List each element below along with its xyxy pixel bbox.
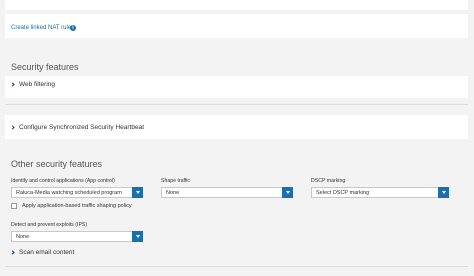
ips-value: None (16, 233, 30, 240)
app-control-select[interactable]: Raluca-Media watching scheduled program (11, 187, 143, 198)
ips-label: Detect and prevent exploits (IPS) (11, 222, 88, 228)
other-security-features-title: Other security features (11, 159, 103, 169)
top-panel (5, 0, 468, 10)
chevron-right-icon (10, 250, 15, 255)
dscp-marking-select[interactable]: Select DSCP marking (311, 187, 449, 198)
dscp-marking-value: Select DSCP marking (316, 189, 370, 196)
info-icon[interactable]: i (70, 25, 76, 31)
dropdown-arrow-icon (438, 187, 449, 198)
web-filtering-panel (5, 76, 468, 98)
shape-traffic-select[interactable]: None (161, 187, 293, 198)
apply-shaping-label: Apply application-based traffic shaping … (22, 203, 132, 209)
ips-select[interactable]: None (11, 231, 143, 242)
heartbeat-toggle[interactable]: Configure Synchronized Security Heartbea… (10, 124, 145, 131)
dropdown-arrow-icon (132, 231, 143, 242)
shape-traffic-label: Shape traffic (161, 178, 191, 184)
app-control-label: Identify and control applications (App c… (11, 178, 115, 184)
scan-email-toggle[interactable]: Scan email content (10, 249, 75, 256)
dropdown-arrow-icon (132, 187, 143, 198)
dscp-marking-label: DSCP marking (311, 178, 346, 184)
security-features-title: Security features (11, 62, 79, 72)
create-linked-nat-rule-link[interactable]: Create linked NAT rule (11, 25, 71, 31)
dropdown-arrow-icon (282, 187, 293, 198)
chevron-right-icon (10, 82, 15, 87)
apply-shaping-checkbox[interactable] (11, 203, 17, 209)
web-filtering-toggle[interactable]: Web filtering (10, 81, 56, 88)
web-filtering-label: Web filtering (19, 81, 56, 88)
apply-shaping-row: Apply application-based traffic shaping … (11, 203, 132, 209)
app-control-value: Raluca-Media watching scheduled program (16, 189, 122, 196)
heartbeat-label: Configure Synchronized Security Heartbea… (19, 124, 145, 131)
divider (5, 266, 468, 267)
chevron-right-icon (10, 125, 15, 130)
shape-traffic-value: None (166, 189, 180, 196)
scan-email-label: Scan email content (19, 249, 75, 256)
divider (5, 104, 468, 105)
